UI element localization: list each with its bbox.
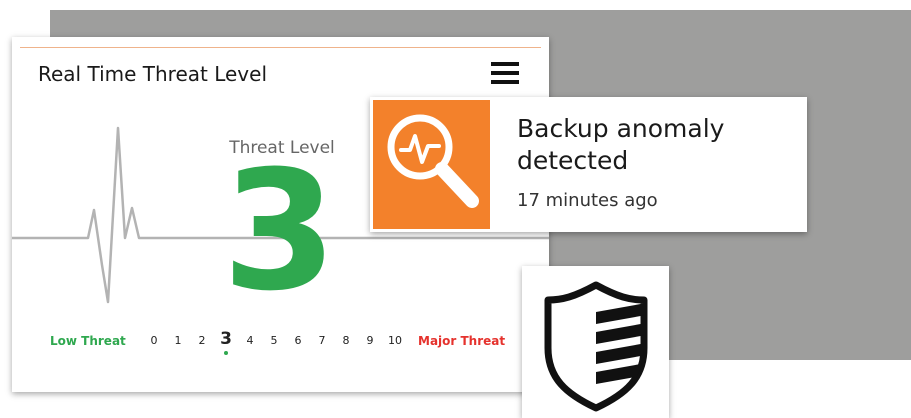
shield-icon bbox=[544, 281, 648, 412]
scale-tick-3-active: 3 bbox=[220, 329, 232, 349]
card-title: Real Time Threat Level bbox=[38, 62, 268, 86]
notification-headline: Backup anomaly detected bbox=[517, 114, 725, 175]
scale-tick-2: 2 bbox=[198, 334, 206, 347]
scale-tick-5: 5 bbox=[270, 334, 278, 347]
scale-tick-10: 10 bbox=[388, 334, 402, 347]
threat-level-value: 3 bbox=[222, 135, 337, 327]
active-level-indicator bbox=[224, 351, 228, 355]
scale-tick-1: 1 bbox=[174, 334, 182, 347]
anomaly-notification[interactable]: Backup anomaly detected 17 minutes ago bbox=[370, 97, 807, 232]
low-threat-label: Low Threat bbox=[50, 334, 126, 348]
scale-tick-9: 9 bbox=[366, 334, 374, 347]
hamburger-menu-icon[interactable] bbox=[491, 61, 519, 85]
stage: Real Time Threat Level Threat Level 3 Lo… bbox=[0, 0, 911, 418]
shield-badge bbox=[522, 266, 669, 418]
scale-tick-6: 6 bbox=[294, 334, 302, 347]
scale-tick-8: 8 bbox=[342, 334, 350, 347]
scale-tick-0: 0 bbox=[150, 334, 158, 347]
anomaly-icon-tile bbox=[373, 100, 490, 229]
scale-tick-7: 7 bbox=[318, 334, 326, 347]
notification-timestamp: 17 minutes ago bbox=[517, 190, 658, 211]
scale-tick-4: 4 bbox=[246, 334, 254, 347]
anomaly-search-icon bbox=[387, 114, 479, 208]
major-threat-label: Major Threat bbox=[418, 334, 506, 348]
threat-scale: Low Threat 0 1 2 3 4 5 6 7 8 9 10 Major … bbox=[12, 329, 549, 359]
card-accent-rule bbox=[20, 47, 541, 48]
